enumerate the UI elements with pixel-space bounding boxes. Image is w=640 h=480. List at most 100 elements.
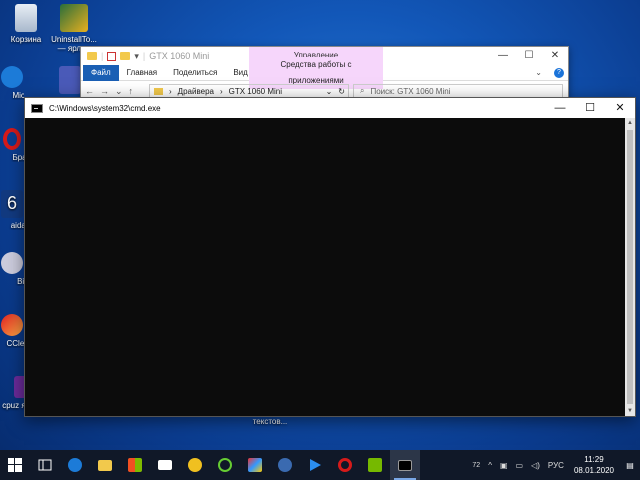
taskbar-cube-app[interactable] bbox=[240, 450, 270, 480]
desktop-icon-label: Корзина bbox=[10, 35, 42, 44]
breadcrumb-separator: › bbox=[169, 86, 172, 96]
notification-center-icon[interactable]: ▤ bbox=[620, 461, 640, 470]
refresh-icon[interactable]: ↻ bbox=[338, 87, 348, 96]
tab-home[interactable]: Главная bbox=[119, 65, 165, 81]
ccleaner-icon bbox=[1, 314, 23, 336]
chevron-down-icon[interactable]: ⌄ bbox=[527, 65, 550, 81]
taskbar-sync-app[interactable] bbox=[270, 450, 300, 480]
desktop-icon-label: текстов... bbox=[252, 417, 288, 426]
breadcrumb-current[interactable]: GTX 1060 Mini bbox=[229, 87, 282, 96]
address-bar[interactable]: › Драйвера › GTX 1060 Mini ⌄ ↻ bbox=[149, 84, 349, 98]
taskbar-warning-app[interactable] bbox=[180, 450, 210, 480]
taskbar-edge[interactable] bbox=[60, 450, 90, 480]
taskbar-store[interactable] bbox=[120, 450, 150, 480]
desktop-icon-label: CClea — я bbox=[6, 339, 24, 348]
chevron-down-icon[interactable]: ⌄ bbox=[115, 86, 123, 97]
window-title: GTX 1060 Mini bbox=[149, 51, 210, 61]
breadcrumb-drivers[interactable]: Драйвера bbox=[178, 87, 214, 96]
desktop-icon-notes[interactable] bbox=[58, 66, 82, 97]
maximize-button[interactable]: ☐ bbox=[516, 47, 542, 65]
ribbon-tabs: Файл Главная Поделиться Вид Средства раб… bbox=[81, 56, 568, 89]
warning-icon bbox=[188, 458, 202, 472]
console-area[interactable] bbox=[25, 118, 625, 416]
desktop-icon-ccleaner[interactable]: CClea — я bbox=[0, 314, 24, 348]
bittorrent-icon bbox=[1, 252, 23, 274]
notes-icon bbox=[59, 66, 81, 94]
desktop-icon-label: aida ярл bbox=[10, 221, 24, 230]
up-arrow-icon[interactable]: ↑ bbox=[129, 86, 134, 96]
chevron-down-icon[interactable]: ▾ bbox=[134, 51, 139, 62]
minimize-button[interactable]: — bbox=[545, 98, 575, 118]
show-hidden-icons-button[interactable]: ^ bbox=[484, 461, 496, 470]
uninstall-tool-icon bbox=[60, 4, 88, 32]
folder-icon[interactable] bbox=[87, 52, 97, 60]
store-icon bbox=[128, 458, 142, 472]
start-button[interactable] bbox=[0, 450, 30, 480]
desktop-icon-text-doc[interactable]: текстов... bbox=[244, 417, 296, 426]
folder-icon bbox=[154, 87, 163, 95]
nvidia-icon bbox=[368, 458, 382, 472]
temperature-badge[interactable]: 72 bbox=[468, 462, 484, 469]
edge-icon bbox=[1, 66, 23, 88]
task-view-icon bbox=[38, 459, 52, 471]
taskbar-nvidia[interactable] bbox=[360, 450, 390, 480]
desktop-icon-label: Micr Ed bbox=[12, 91, 24, 100]
taskbar-mail[interactable] bbox=[150, 450, 180, 480]
language-indicator[interactable]: РУС bbox=[544, 461, 568, 470]
taskbar-gauge-app[interactable] bbox=[210, 450, 240, 480]
desktop-icon-edge[interactable]: Micr Ed bbox=[0, 66, 24, 100]
taskbar-player[interactable] bbox=[300, 450, 330, 480]
cmd-icon bbox=[398, 459, 412, 471]
scroll-down-icon[interactable]: ▼ bbox=[625, 406, 635, 416]
close-button[interactable]: ✕ bbox=[605, 98, 635, 118]
clock-date: 08.01.2020 bbox=[573, 466, 614, 475]
windows-logo-icon bbox=[8, 458, 22, 472]
search-input[interactable]: ⌕ Поиск: GTX 1060 Mini bbox=[353, 84, 563, 98]
tab-file[interactable]: Файл bbox=[83, 64, 119, 81]
back-arrow-icon[interactable]: ← bbox=[85, 86, 94, 96]
explorer-window[interactable]: | ▾ | GTX 1060 Mini Управление — ☐ ✕ Фай… bbox=[80, 46, 569, 102]
minimize-button[interactable]: — bbox=[490, 47, 516, 65]
scroll-up-icon[interactable]: ▲ bbox=[625, 118, 635, 128]
gauge-icon bbox=[218, 458, 232, 472]
opera-icon bbox=[3, 128, 21, 150]
breadcrumb-separator: › bbox=[219, 86, 223, 96]
window-title: C:\Windows\system32\cmd.exe bbox=[49, 103, 161, 113]
taskbar-cmd[interactable] bbox=[390, 450, 420, 480]
desktop-icon-label: BitTo bbox=[17, 277, 24, 286]
vertical-scrollbar[interactable]: ▲ ▼ bbox=[625, 118, 635, 416]
desktop-icon-opera[interactable]: Бра Op bbox=[0, 128, 24, 162]
system-tray: 72 ^ ▣ ▭ ◁) РУС 11:29 08.01.2020 ▤ bbox=[468, 450, 640, 480]
cmd-window[interactable]: C:\Windows\system32\cmd.exe — ☐ ✕ ▲ ▼ bbox=[24, 97, 636, 417]
close-button[interactable]: ✕ bbox=[542, 47, 568, 65]
taskbar-opera[interactable] bbox=[330, 450, 360, 480]
clock-time: 11:29 bbox=[584, 455, 604, 464]
volume-icon[interactable]: ◁) bbox=[527, 461, 544, 470]
help-icon[interactable]: ? bbox=[554, 67, 564, 78]
desktop-icon-aida[interactable]: 6 aida ярл bbox=[0, 190, 24, 230]
forward-arrow-icon[interactable]: → bbox=[100, 86, 109, 96]
folder-icon bbox=[98, 459, 112, 471]
maximize-button[interactable]: ☐ bbox=[575, 98, 605, 118]
network-icon[interactable]: ▭ bbox=[512, 461, 528, 470]
quick-access-toolbar: | ▾ | GTX 1060 Mini bbox=[81, 51, 209, 62]
sync-icon bbox=[278, 458, 292, 472]
checkbox-icon[interactable] bbox=[107, 51, 117, 61]
edge-icon bbox=[68, 458, 82, 472]
task-view-button[interactable] bbox=[30, 450, 60, 480]
taskbar-explorer[interactable] bbox=[90, 450, 120, 480]
desktop-icon-bittorrent[interactable]: BitTo bbox=[0, 252, 24, 286]
scrollbar-thumb[interactable] bbox=[627, 130, 633, 404]
play-icon bbox=[310, 459, 321, 471]
recycle-bin-icon bbox=[15, 4, 37, 32]
chevron-down-icon[interactable]: ⌄ bbox=[326, 87, 333, 96]
tray-app-icon[interactable]: ▣ bbox=[496, 461, 512, 470]
tab-share[interactable]: Поделиться bbox=[165, 65, 225, 81]
desktop-icon-recycle-bin[interactable]: Корзина bbox=[0, 4, 52, 44]
cmd-titlebar[interactable]: C:\Windows\system32\cmd.exe — ☐ ✕ bbox=[25, 98, 635, 118]
search-placeholder: Поиск: GTX 1060 Mini bbox=[370, 86, 451, 96]
new-folder-icon[interactable] bbox=[120, 52, 131, 60]
clock[interactable]: 11:29 08.01.2020 bbox=[568, 454, 620, 476]
cube-icon bbox=[248, 458, 262, 472]
mail-icon bbox=[158, 460, 172, 470]
